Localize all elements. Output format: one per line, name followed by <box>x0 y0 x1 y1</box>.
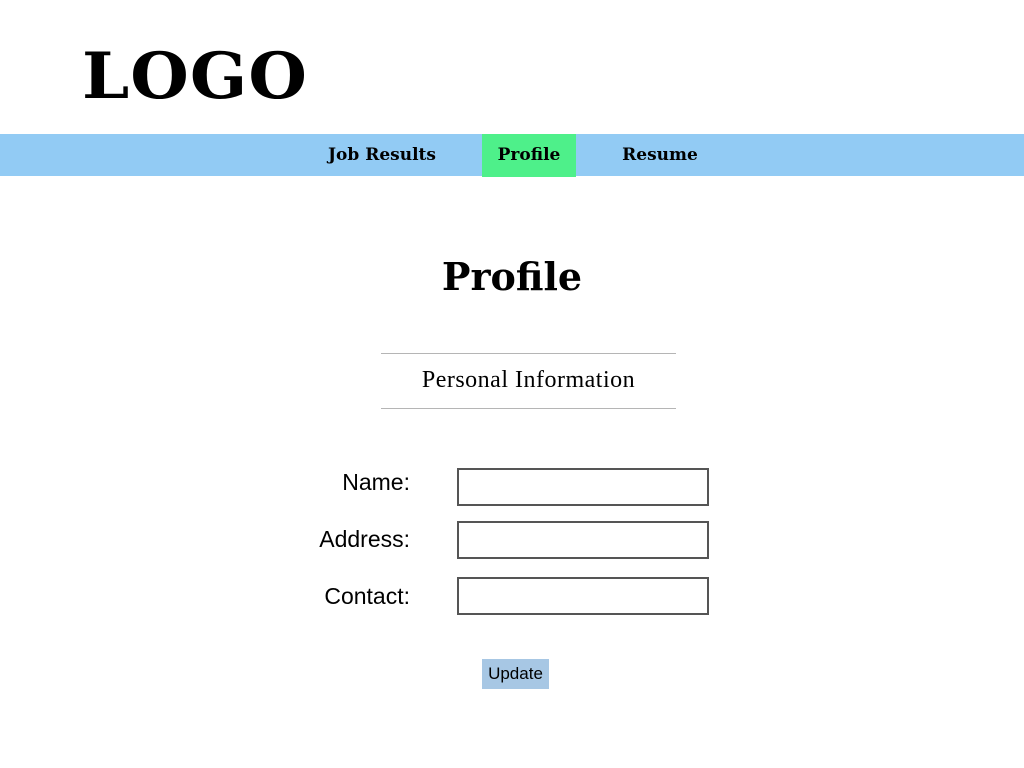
section-heading: Personal Information <box>421 367 636 393</box>
section-divider-bottom <box>381 408 676 409</box>
nav-bar: Job Results Profile Resume <box>0 134 1024 177</box>
contact-input[interactable] <box>457 577 709 615</box>
tab-job-results[interactable]: Job Results <box>318 134 446 176</box>
page-title: Profile <box>441 254 583 299</box>
name-label: Name: <box>342 469 410 495</box>
address-label: Address: <box>319 526 410 552</box>
contact-label: Contact: <box>324 583 410 609</box>
address-input[interactable] <box>457 521 709 559</box>
update-button[interactable]: Update <box>482 659 549 689</box>
logo: LOGO <box>82 39 308 114</box>
tab-profile[interactable]: Profile <box>482 134 576 177</box>
name-input[interactable] <box>457 468 709 506</box>
section-divider-top <box>381 353 676 354</box>
tab-resume[interactable]: Resume <box>610 134 710 176</box>
